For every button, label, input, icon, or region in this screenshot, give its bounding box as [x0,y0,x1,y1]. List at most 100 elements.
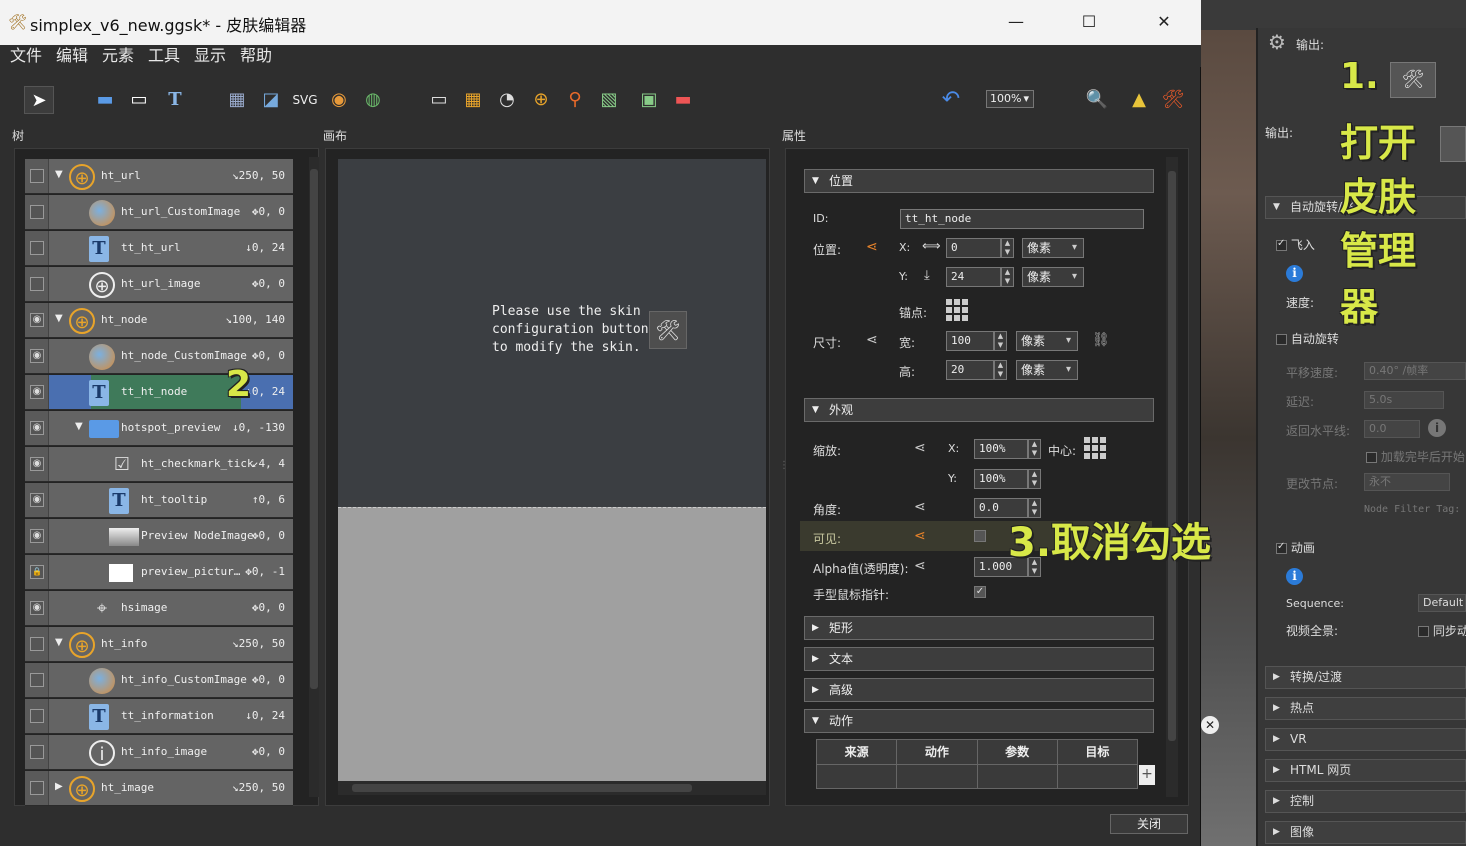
autorotate-checkbox[interactable] [1276,334,1287,345]
anchor-grid-icon[interactable] [946,299,968,321]
bg-sec-control[interactable]: ▶ 控制 [1265,790,1466,813]
visibility-toggle[interactable]: ◉ [25,375,49,409]
sec-advanced[interactable]: ▶ 高级 [804,678,1154,702]
height-stepper[interactable]: ▲ ▼ [994,360,1007,380]
col-param[interactable]: 参数 [976,739,1058,765]
pan-speed-field[interactable]: 0.40° /帧率 [1364,362,1466,380]
minimize-button[interactable]: — [1001,8,1031,38]
delay-field[interactable]: 5.0s [1364,391,1444,409]
return-horizon-field[interactable]: 0.0 [1364,420,1420,438]
bg-sec-hotspot[interactable]: ▶ 热点 [1265,697,1466,720]
x-stepper[interactable]: ▲ ▼ [1001,238,1014,258]
tree-row[interactable]: i ht_info_image ✥0, 0 [25,735,293,770]
close-window-button[interactable]: ✕ [1149,8,1179,38]
share-icon[interactable]: ⋖ [914,499,926,515]
tree-row[interactable]: ▼ ⊕ ht_url ↘250, 50 [25,159,293,194]
tree-row[interactable]: ◉ ▼ ⊕ ht_node ↘100, 140 [25,303,293,338]
tree-row[interactable]: 🔒 preview_pictur… ✥0, -1 [25,555,293,590]
visibility-toggle[interactable]: ◉ [25,519,49,553]
bg-output-button[interactable] [1440,126,1466,162]
hotspot-crosshair-icon[interactable]: ⊕ [526,86,556,114]
undo-icon[interactable]: ↶ [936,86,966,114]
tree-row[interactable]: ▼ ⊕ ht_info ↘250, 50 [25,627,293,662]
gauge-icon[interactable]: ◔ [492,86,522,114]
info-icon[interactable]: i [1286,265,1303,282]
select-tool-icon[interactable]: ➤ [24,86,54,114]
splitter-handle[interactable]: ⋮ [779,460,789,471]
tree-expand-arrow-icon[interactable]: ▼ [55,169,63,180]
sync-checkbox[interactable] [1418,626,1429,637]
close-button[interactable]: 关闭 [1110,814,1188,834]
skin-config-tool-icon[interactable]: 🛠 [1158,86,1188,114]
height-unit-dropdown[interactable]: 像素 [1016,360,1078,380]
horizontal-align-icon[interactable]: ⟺ [922,239,941,254]
menu-edit[interactable]: 编辑 [56,45,88,67]
hand-cursor-checkbox[interactable]: ✓ [974,586,986,598]
share-icon[interactable]: ⋖ [914,558,926,574]
tree-row[interactable]: ht_url_CustomImage ✥0, 0 [25,195,293,230]
visibility-toggle[interactable] [25,627,49,661]
scale-y-stepper[interactable]: ▲ ▼ [1028,469,1041,489]
menu-view[interactable]: 显示 [194,45,226,67]
y-unit-dropdown[interactable]: 像素 [1022,267,1084,287]
share-icon[interactable]: ⋖ [866,239,878,255]
tree-row[interactable]: ◉ Ttt_ht_node ↓0, 24 [25,375,293,410]
close-circle-icon[interactable]: ✕ [1201,716,1219,734]
center-grid-icon[interactable] [1084,437,1106,459]
bg-sec-html[interactable]: ▶ HTML 网页 [1265,759,1466,782]
id-field[interactable]: tt_ht_node [900,209,1144,229]
bg-sec-vr[interactable]: ▶ VR [1265,728,1466,751]
visibility-toggle[interactable] [25,771,49,805]
tree-scrollbar[interactable] [309,157,319,797]
skin-config-button[interactable]: 🛠 [1390,62,1436,98]
visibility-toggle[interactable]: ◉ [25,447,49,481]
visibility-toggle[interactable] [25,663,49,697]
visibility-toggle[interactable]: ◉ [25,411,49,445]
tree-row[interactable]: ht_info_CustomImage ✥0, 0 [25,663,293,698]
menu-element[interactable]: 元素 [102,45,134,67]
add-action-button[interactable]: + [1139,765,1155,785]
visibility-toggle[interactable] [25,267,49,301]
tree-row[interactable]: ▶ ⊕ ht_image ↘250, 50 [25,771,293,806]
map-globe-icon[interactable]: ◍ [358,86,388,114]
link-icon[interactable]: ⛓ [1092,332,1110,348]
sync-row[interactable]: 同步动 [1418,622,1466,639]
tree-expand-arrow-icon[interactable]: ▼ [55,637,63,648]
sec-rectangle[interactable]: ▶ 矩形 [804,616,1154,640]
y-stepper[interactable]: ▲ ▼ [1001,267,1014,287]
x-unit-dropdown[interactable]: 像素 [1022,238,1084,258]
scale-x-field[interactable]: 100% [974,439,1028,459]
menu-help[interactable]: 帮助 [240,45,272,67]
maximize-button[interactable]: ☐ [1074,8,1104,38]
visibility-toggle[interactable]: 🔒 [25,555,49,589]
visibility-toggle[interactable]: ◉ [25,483,49,517]
width-unit-dropdown[interactable]: 像素 [1016,331,1078,351]
export-icon[interactable]: ▲ [1124,86,1154,114]
svg-icon[interactable]: SVG [290,86,320,114]
zoom-dropdown[interactable]: 100% ▾ [986,90,1034,108]
image-button-icon[interactable]: ◪ [256,86,286,114]
globe-icon[interactable]: ◉ [324,86,354,114]
change-node-dropdown[interactable]: 永不 [1364,473,1450,491]
tree-row[interactable]: ◉ ☑ ht_checkmark_tick ↙4, 4 [25,447,293,482]
bg-sec-transition[interactable]: ▶ 转换/过渡 [1265,666,1466,689]
splitter-handle[interactable]: ⋮ [321,460,331,471]
scroll-thumb[interactable] [352,784,692,792]
visibility-toggle[interactable] [25,195,49,229]
share-icon[interactable]: ⋖ [866,332,878,348]
height-field[interactable]: 20 [946,360,994,380]
tree-row[interactable]: Ttt_information ↓0, 24 [25,699,293,734]
visibility-toggle[interactable] [25,735,49,769]
grid-icon[interactable]: ▦ [458,86,488,114]
rectangle-icon[interactable]: ▭ [124,86,154,114]
visibility-toggle[interactable] [25,699,49,733]
col-source[interactable]: 来源 [815,739,898,765]
tree-expand-arrow-icon[interactable]: ▶ [55,781,63,792]
visibility-toggle[interactable]: ◉ [25,591,49,625]
col-target[interactable]: 目标 [1056,739,1139,765]
share-icon[interactable]: ⋖ [914,528,926,544]
text-icon[interactable]: T [160,86,190,114]
scroll-thumb[interactable] [310,169,318,689]
sec-text[interactable]: ▶ 文本 [804,647,1154,671]
menu-tools[interactable]: 工具 [148,45,180,67]
